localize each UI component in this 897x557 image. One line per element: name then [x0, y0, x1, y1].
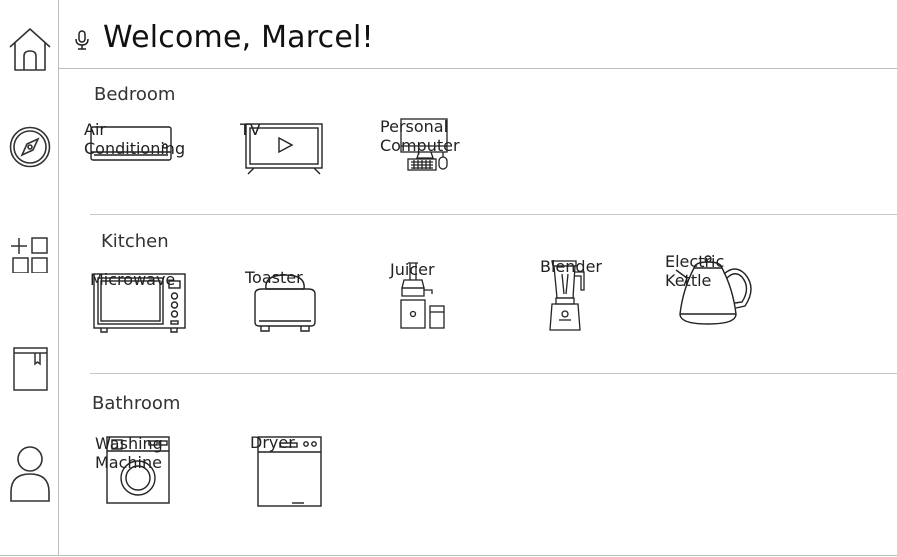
washing-machine-icon	[106, 436, 170, 504]
section-title-bathroom: Bathroom	[92, 393, 181, 414]
sidebar-item-notes[interactable]	[0, 343, 59, 393]
section-divider	[90, 214, 897, 215]
user-icon	[9, 446, 50, 502]
computer-icon	[400, 118, 448, 171]
voice-input-button[interactable]	[75, 30, 89, 54]
device-dryer[interactable]: Dryer	[250, 433, 330, 531]
device-personal-computer[interactable]: Personal Computer	[380, 117, 470, 195]
section-divider	[90, 373, 897, 374]
device-electric-kettle[interactable]: Electric Kettle	[665, 252, 765, 348]
bottom-border	[0, 555, 897, 556]
page-header: Welcome, Marcel!	[59, 0, 897, 69]
kettle-icon	[675, 255, 752, 325]
compass-icon	[9, 126, 50, 168]
microwave-icon	[93, 273, 186, 333]
sidebar-item-add-device[interactable]	[0, 228, 59, 276]
device-air-conditioning[interactable]: Air Conditioning	[84, 120, 185, 192]
book-icon	[12, 347, 48, 391]
sidebar-item-home[interactable]	[0, 24, 59, 76]
device-blender[interactable]: Blender	[540, 257, 602, 353]
air-conditioner-icon	[90, 126, 172, 161]
sidebar-item-profile[interactable]	[0, 443, 59, 503]
microphone-icon	[75, 30, 89, 50]
tv-icon	[245, 123, 323, 175]
device-toaster[interactable]: Toaster	[245, 268, 325, 352]
sidebar-nav	[0, 0, 59, 555]
device-tv[interactable]: TV	[240, 120, 330, 192]
dryer-icon	[257, 436, 322, 507]
home-icon	[8, 28, 51, 71]
toaster-icon	[254, 274, 316, 332]
device-microwave[interactable]: Microwave	[90, 270, 190, 350]
apps-add-icon	[10, 237, 48, 273]
juicer-icon	[400, 262, 445, 329]
sidebar-item-explore[interactable]	[0, 122, 59, 172]
blender-icon	[549, 260, 585, 331]
page-title: Welcome, Marcel!	[103, 20, 374, 55]
device-juicer[interactable]: Juicer	[390, 260, 460, 352]
section-title-kitchen: Kitchen	[101, 231, 169, 252]
section-title-bedroom: Bedroom	[94, 84, 176, 105]
device-washing-machine[interactable]: Washing Machine	[95, 434, 185, 534]
